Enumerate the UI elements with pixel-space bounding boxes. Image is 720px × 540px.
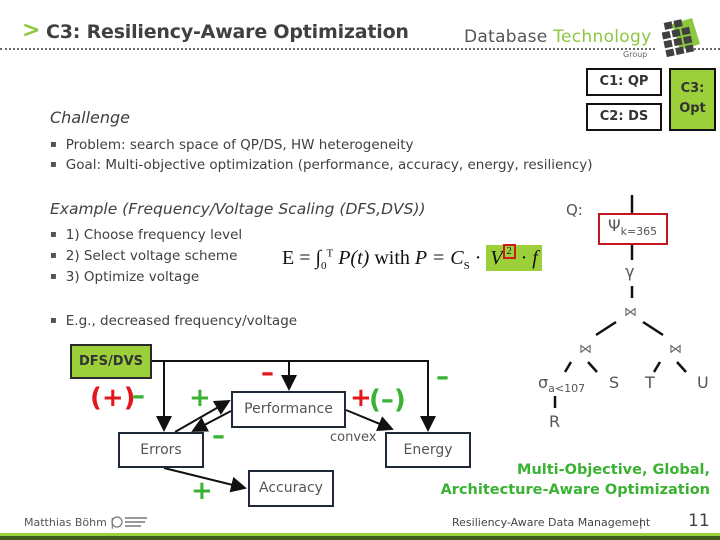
sign-performance-minus: – [261,358,274,388]
convex-label: convex [330,430,377,445]
footer-bar [0,533,720,540]
footer-title: Resiliency-Aware Data Management [452,516,651,529]
callout-line-2: Architecture-Aware Optimization [440,482,710,498]
dfs-dvs-box[interactable]: DFS/DVS [70,344,152,379]
sign-performance-to-energy-minus-paren: (–) [369,385,406,415]
sign-errors-to-performance-plus: + [189,383,211,413]
callout-line-1: Multi-Objective, Global, [517,462,710,478]
conclusion-callout: Multi-Objective, Global, Architecture-Aw… [440,460,710,500]
sign-performance-to-errors-minus: – [212,421,225,451]
sign-errors-minus: – [132,381,145,411]
sign-errors-plus-paren: (+) [90,383,136,413]
performance-box[interactable]: Performance [231,391,346,428]
page-number: 11 [688,511,710,531]
sign-errors-to-accuracy-plus: + [191,476,213,506]
diagram-edges [152,360,436,493]
accuracy-box[interactable]: Accuracy [248,470,334,507]
sign-energy-minus: – [436,362,449,392]
university-logo-icon [111,516,147,528]
footer-separator: | [639,516,643,529]
errors-box[interactable]: Errors [118,432,204,468]
footer-author: Matthias Böhm | [24,516,115,529]
